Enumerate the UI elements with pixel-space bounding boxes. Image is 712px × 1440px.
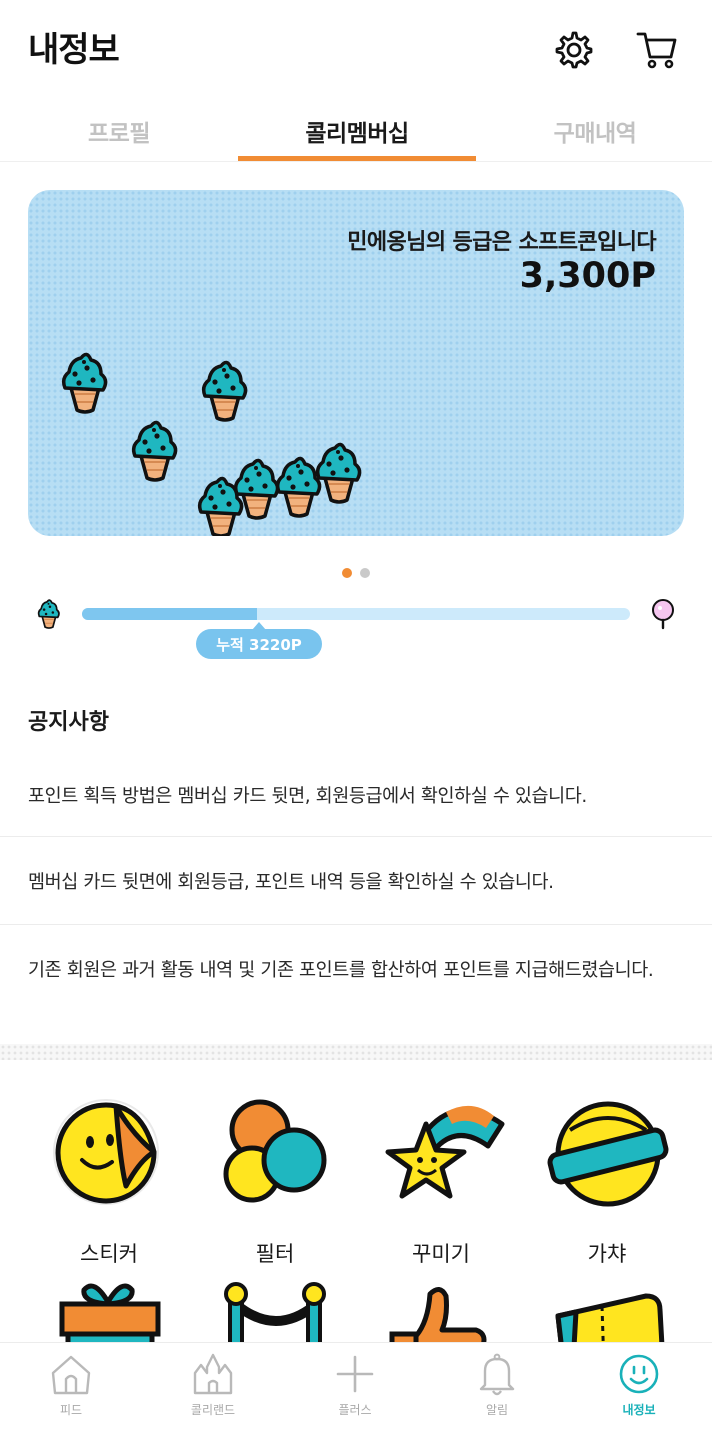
notice-item[interactable]: 기존 회원은 과거 활동 내역 및 기존 포인트를 합산하여 포인트를 지급해드… bbox=[0, 954, 712, 987]
sticker-icon bbox=[53, 1099, 159, 1205]
soft-cone-icon bbox=[197, 476, 244, 536]
soft-cone-icon bbox=[61, 352, 108, 414]
cart-button[interactable] bbox=[634, 26, 680, 72]
nav-label: 알림 bbox=[485, 1403, 509, 1417]
feature-label: 스티커 bbox=[80, 1242, 138, 1266]
gear-icon bbox=[555, 31, 593, 69]
soft-cone-icon bbox=[131, 420, 178, 482]
plus-icon bbox=[336, 1355, 374, 1393]
bottom-navigation: 피드 콜리랜드 플러스 알림 내정보 bbox=[0, 1342, 712, 1440]
accumulated-points-badge: 누적 3220P bbox=[196, 622, 322, 659]
progress-fill bbox=[82, 608, 258, 620]
castle-icon bbox=[193, 1353, 233, 1395]
gacha-icon bbox=[547, 1101, 669, 1207]
notice-item[interactable]: 포인트 획득 방법은 멤버십 카드 뒷면, 회원등급에서 확인하실 수 있습니다… bbox=[0, 780, 712, 813]
feature-label: 필터 bbox=[255, 1242, 295, 1266]
page-title: 내정보 bbox=[28, 30, 120, 70]
grade-progress: 누적 3220P bbox=[30, 596, 682, 666]
active-tab-indicator bbox=[238, 156, 476, 161]
nav-my-info[interactable]: 내정보 bbox=[568, 1351, 710, 1418]
section-separator bbox=[0, 1044, 712, 1060]
nav-label: 콜리랜드 bbox=[190, 1403, 236, 1417]
feature-decorate[interactable]: 꾸미기 bbox=[366, 1090, 516, 1268]
decorate-icon bbox=[385, 1105, 505, 1199]
feature-sticker[interactable]: 스티커 bbox=[34, 1090, 184, 1268]
settings-button[interactable] bbox=[550, 26, 596, 72]
feature-gacha[interactable]: 가챠 bbox=[532, 1090, 682, 1268]
carousel-dot-2[interactable] bbox=[360, 568, 370, 578]
home-icon bbox=[51, 1355, 91, 1395]
nav-plus[interactable]: 플러스 bbox=[284, 1351, 426, 1418]
filter-icon bbox=[223, 1099, 327, 1203]
nav-label: 내정보 bbox=[622, 1403, 656, 1417]
feature-filter[interactable]: 필터 bbox=[200, 1090, 350, 1268]
carousel-dot-1[interactable] bbox=[342, 568, 352, 578]
membership-points: 3,300P bbox=[519, 256, 656, 296]
carousel-indicator bbox=[342, 568, 370, 578]
smile-icon bbox=[619, 1354, 659, 1394]
membership-card[interactable]: 민에옹님의 등급은 소프트콘입니다 3,300P bbox=[28, 190, 684, 536]
soft-cone-icon bbox=[201, 360, 248, 422]
nav-coliland[interactable]: 콜리랜드 bbox=[142, 1351, 284, 1418]
bell-icon bbox=[479, 1353, 515, 1396]
tab-profile[interactable]: 프로필 bbox=[0, 114, 238, 148]
tab-bar: 프로필 콜리멤버십 구매내역 bbox=[0, 104, 712, 162]
header: 내정보 bbox=[0, 0, 712, 100]
nav-feed[interactable]: 피드 bbox=[0, 1351, 142, 1418]
nav-label: 피드 bbox=[59, 1403, 83, 1417]
cart-icon bbox=[636, 32, 677, 69]
divider bbox=[0, 924, 712, 925]
notice-section-title: 공지사항 bbox=[28, 710, 109, 735]
tab-membership[interactable]: 콜리멤버십 bbox=[238, 114, 476, 148]
nav-label: 플러스 bbox=[338, 1403, 372, 1417]
feature-label: 꾸미기 bbox=[412, 1242, 470, 1266]
feature-label: 가챠 bbox=[587, 1242, 627, 1266]
soft-cone-icon bbox=[37, 599, 60, 629]
notice-item[interactable]: 멤버십 카드 뒷면에 회원등급, 포인트 내역 등을 확인하실 수 있습니다. bbox=[0, 866, 712, 899]
tab-purchase-history[interactable]: 구매내역 bbox=[476, 114, 712, 148]
cotton-candy-icon bbox=[652, 599, 674, 630]
membership-grade-text: 민에옹님의 등급은 소프트콘입니다 bbox=[347, 230, 656, 255]
progress-track bbox=[82, 608, 630, 620]
nav-notifications[interactable]: 알림 bbox=[426, 1351, 568, 1418]
divider bbox=[0, 836, 712, 837]
